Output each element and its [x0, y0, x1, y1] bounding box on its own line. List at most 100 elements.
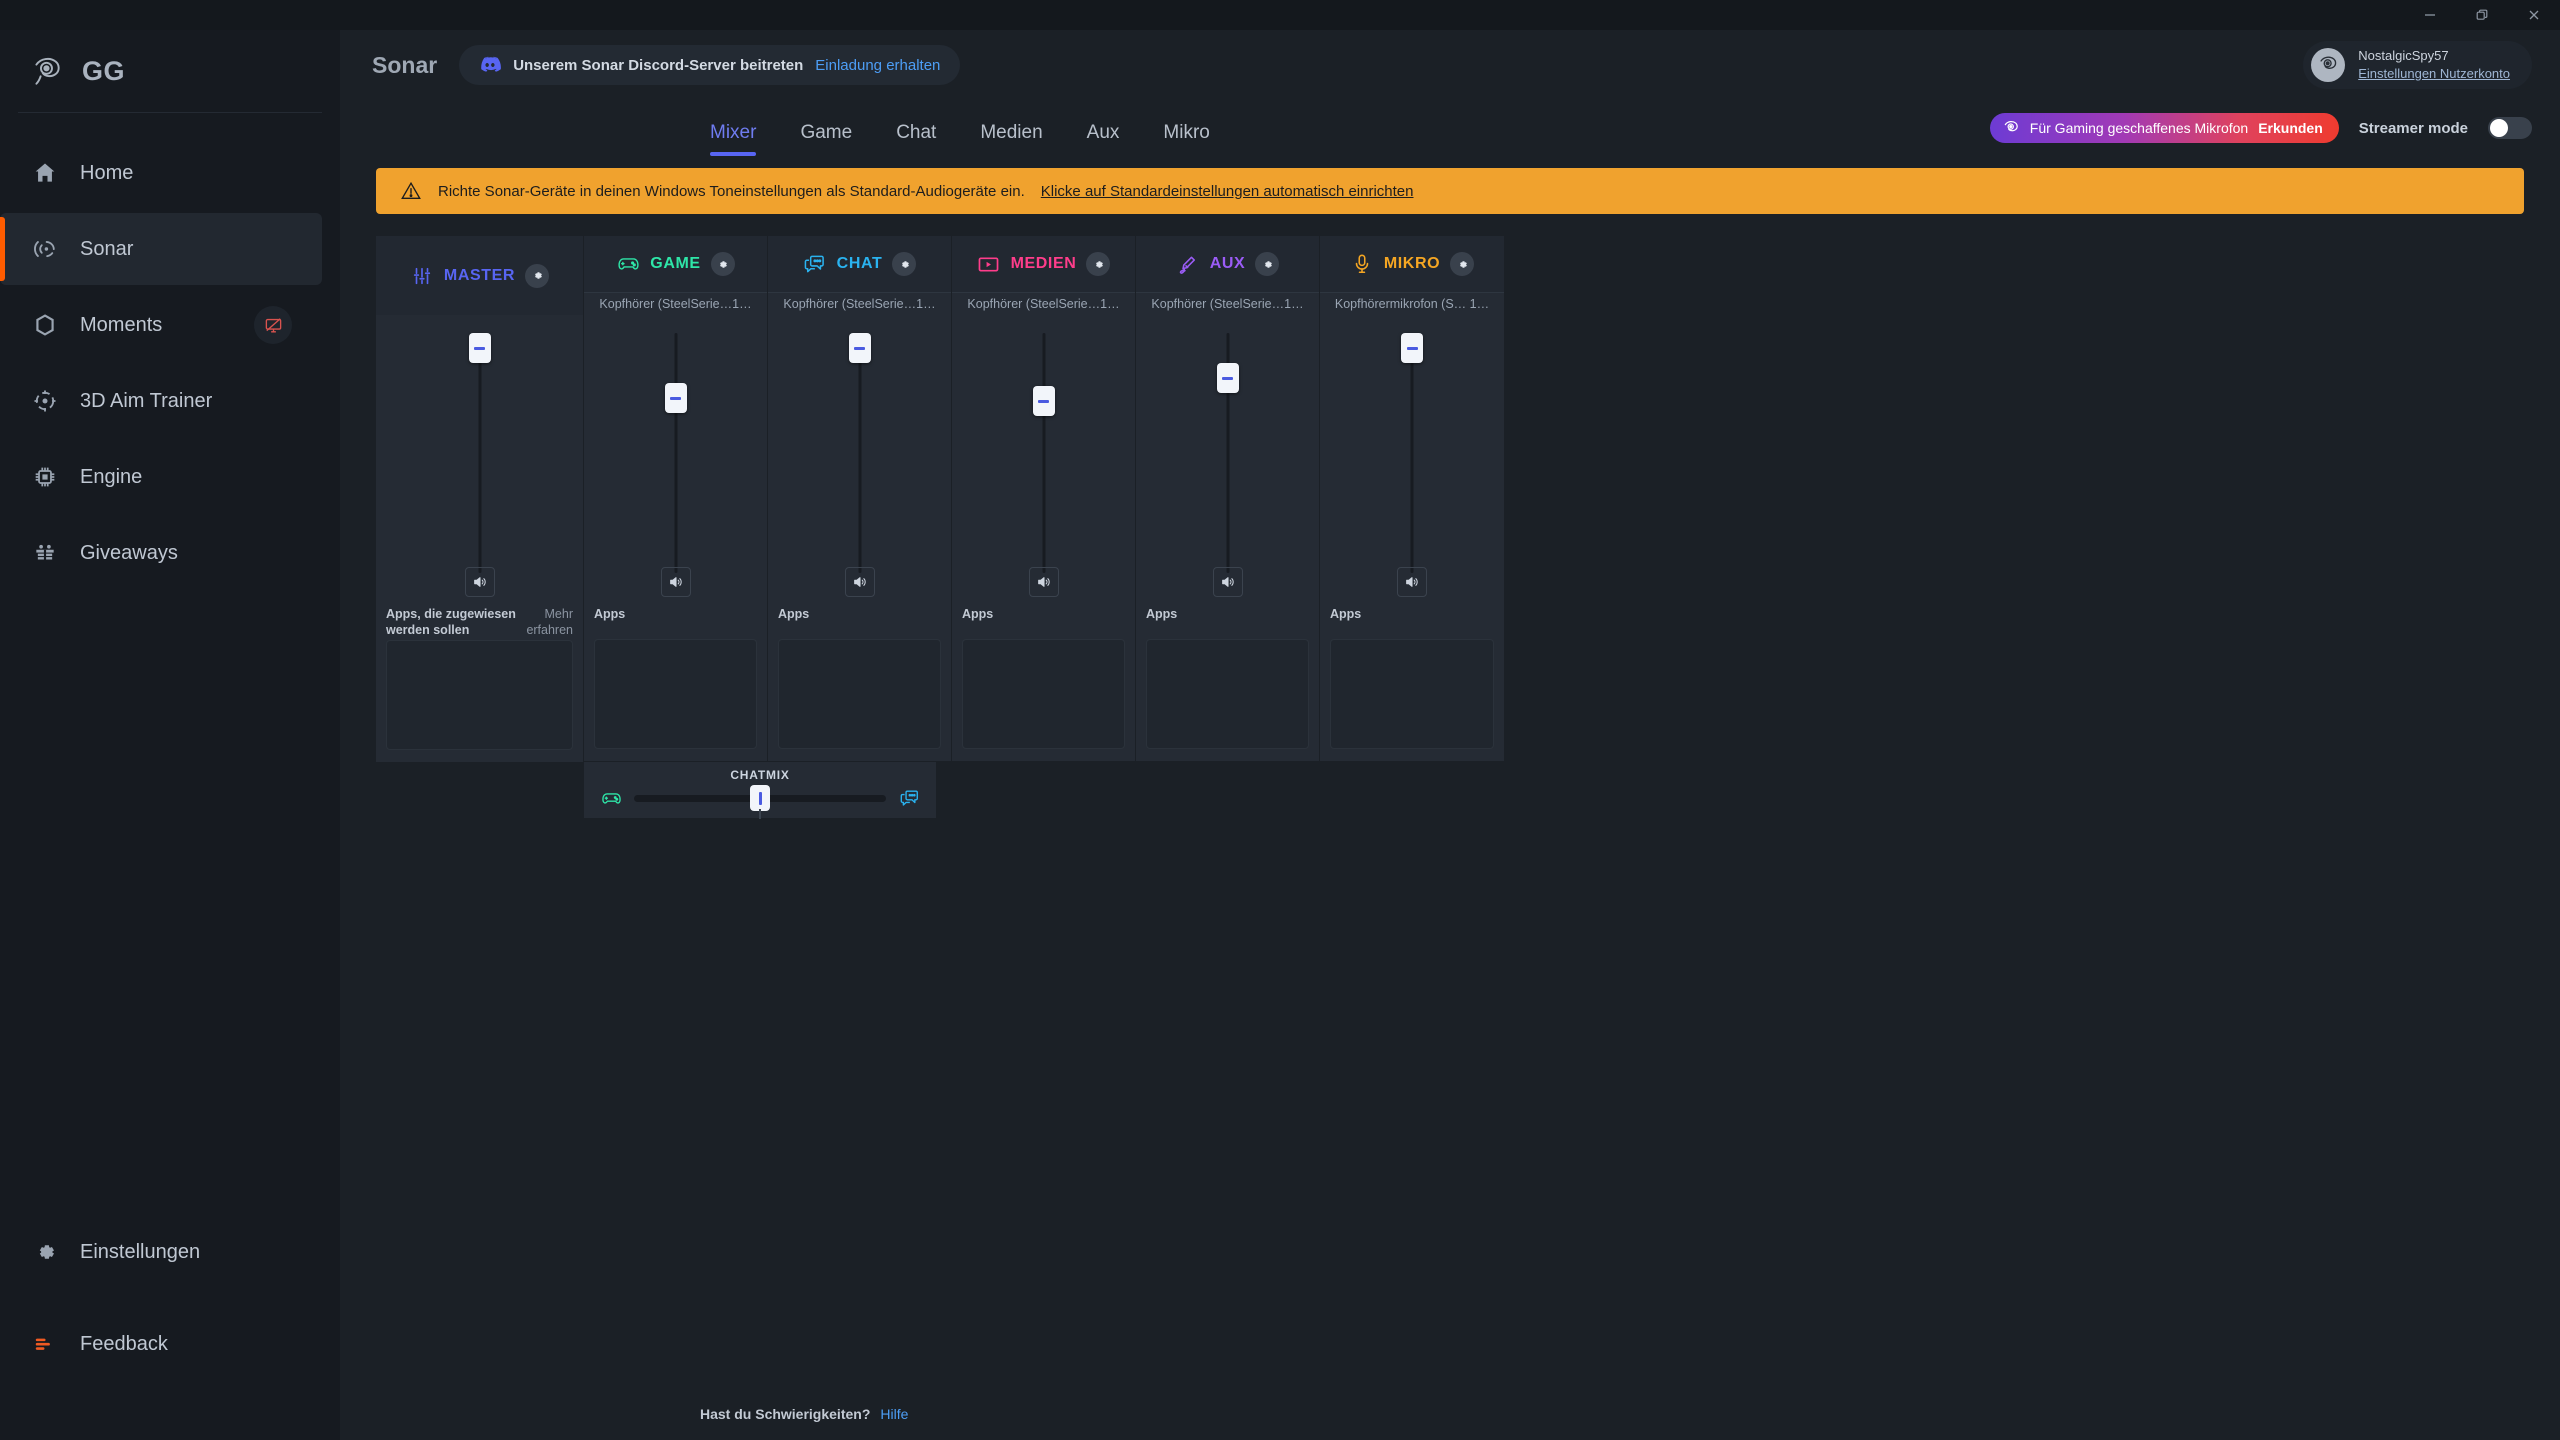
channel-settings-button[interactable] [1086, 252, 1111, 276]
channel-aux: AUX Kopfhörer (SteelSerie…1… Apps [1136, 236, 1320, 761]
channel-header: AUX [1136, 236, 1319, 292]
fader-knob[interactable] [848, 333, 871, 363]
sidebar-item-3d-aim-trainer[interactable]: 3D Aim Trainer [0, 365, 322, 437]
channel-fader-area [768, 315, 951, 603]
fader-knob[interactable] [468, 333, 491, 363]
fader-rail [1410, 333, 1414, 573]
apps-header: Apps, die zugewiesen werden sollen Mehr … [376, 603, 583, 638]
fader-knob[interactable] [664, 383, 687, 413]
channel-fader-area [376, 315, 583, 603]
apps-drop-area[interactable] [1330, 639, 1494, 749]
tab-label: Game [800, 122, 853, 143]
tab-label: Mixer [710, 122, 757, 143]
sidebar-item-engine[interactable]: Engine [0, 441, 322, 513]
channel-fader-area [952, 315, 1135, 603]
volume-fader[interactable] [1211, 333, 1245, 573]
tab-aux[interactable]: Aux [1065, 122, 1142, 156]
apps-drop-area[interactable] [1146, 639, 1309, 749]
channel-header: MIKRO [1320, 236, 1504, 292]
mute-speaker-button[interactable] [464, 567, 495, 597]
channel-name: MEDIEN [1010, 255, 1077, 272]
sidebar-item-sonar[interactable]: Sonar [0, 213, 322, 285]
volume-fader[interactable] [659, 333, 693, 573]
sidebar-item-moments[interactable]: Moments [0, 289, 322, 361]
sonar-icon [30, 234, 60, 264]
sidebar-item-home[interactable]: Home [0, 137, 322, 209]
sidebar-item-label: Giveaways [80, 541, 178, 564]
tab-game[interactable]: Game [778, 122, 874, 156]
sliders-icon [410, 265, 434, 287]
channel-device-name[interactable]: Kopfhörer (SteelSerie…1… [768, 292, 951, 315]
sidebar-item-giveaways[interactable]: Giveaways [0, 517, 322, 589]
sidebar-item-label: Engine [80, 465, 143, 488]
channel-settings-button[interactable] [1255, 252, 1280, 276]
discord-invite-banner[interactable]: Unserem Sonar Discord-Server beitreten E… [459, 45, 961, 85]
apps-label: Apps, die zugewiesen werden sollen [386, 607, 516, 637]
streamer-mode-toggle[interactable] [2488, 117, 2532, 139]
sidebar-nav: Home Sonar Moments 3D Aim Trainer Engine… [0, 135, 340, 591]
mic-promo-banner[interactable]: Für Gaming geschaffenes Mikrofon Erkunde… [1989, 113, 2339, 143]
chatmix-row: CHATMIX [340, 762, 2560, 819]
main-content: Sonar Unserem Sonar Discord-Server beitr… [340, 30, 2560, 1440]
fader-rail [478, 333, 481, 573]
apps-drop-area[interactable] [594, 639, 757, 749]
chatmix-title: CHATMIX [730, 768, 790, 783]
user-account-button[interactable]: NostalgicSpy57 Einstellungen Nutzerkonto [2303, 41, 2532, 89]
sidebar-item-feedback[interactable]: Feedback [0, 1308, 322, 1380]
mute-speaker-button[interactable] [1028, 567, 1059, 597]
tab-chat[interactable]: Chat [874, 122, 958, 156]
window-close-button[interactable] [2508, 0, 2560, 30]
tab-mixer[interactable]: Mixer [700, 122, 778, 156]
promo-cta[interactable]: Erkunden [2258, 120, 2323, 136]
sidebar-item-settings[interactable]: Einstellungen [0, 1216, 322, 1288]
volume-fader[interactable] [1395, 333, 1429, 573]
channel-device-name[interactable]: Kopfhörer (SteelSerie…1… [1136, 292, 1319, 315]
mute-speaker-button[interactable] [1397, 567, 1427, 597]
window-minimize-button[interactable] [2404, 0, 2456, 30]
fader-knob[interactable] [1401, 333, 1423, 363]
apps-learn-more-link[interactable]: Mehr erfahren [523, 607, 573, 638]
apps-drop-area[interactable] [386, 640, 573, 751]
sonar-app-window: GG Home Sonar Moments 3D Aim Trainer Eng… [0, 0, 2560, 1440]
channel-medien: MEDIEN Kopfhörer (SteelSerie…1… Apps [952, 236, 1136, 761]
account-settings-link[interactable]: Einstellungen Nutzerkonto [2358, 65, 2510, 83]
apps-header: Apps [952, 603, 1135, 637]
window-restore-button[interactable] [2456, 0, 2508, 30]
auto-setup-link[interactable]: Klicke auf Standardeinstellungen automat… [1041, 183, 1414, 200]
chatmix-slider-row [600, 785, 920, 819]
mute-speaker-button[interactable] [844, 567, 875, 597]
chatmix-slider[interactable] [634, 785, 886, 819]
tab-medien[interactable]: Medien [958, 122, 1064, 156]
mute-speaker-button[interactable] [1212, 567, 1243, 597]
apps-drop-area[interactable] [778, 639, 941, 749]
channel-device-name[interactable]: Kopfhörer (SteelSerie…1… [584, 292, 767, 315]
mute-speaker-button[interactable] [660, 567, 691, 597]
channel-settings-button[interactable] [1450, 252, 1475, 276]
channel-device-name[interactable]: Kopfhörermikrofon (S… 1… [1320, 292, 1504, 315]
brand: GG [0, 30, 340, 112]
channel-settings-button[interactable] [892, 252, 917, 276]
apps-drop-area[interactable] [962, 639, 1125, 749]
volume-fader[interactable] [1027, 333, 1061, 573]
fader-rail [1042, 333, 1045, 573]
mixer-tabs: Mixer Game Chat Medien Aux Mikro [700, 122, 1232, 156]
help-link[interactable]: Hilfe [880, 1406, 908, 1422]
tab-mikro[interactable]: Mikro [1141, 122, 1231, 156]
channel-header: MEDIEN [952, 236, 1135, 292]
volume-fader[interactable] [843, 333, 877, 573]
channel-settings-button[interactable] [525, 263, 550, 288]
channel-settings-button[interactable] [710, 252, 735, 276]
discord-invite-link[interactable]: Einladung erhalten [815, 57, 940, 74]
fader-knob[interactable] [1216, 363, 1239, 393]
chatmix-knob[interactable] [750, 785, 770, 812]
fader-knob[interactable] [1032, 386, 1055, 416]
chatmix-panel: CHATMIX [584, 762, 936, 819]
tab-label: Mikro [1163, 122, 1210, 143]
volume-fader[interactable] [463, 333, 497, 573]
channel-device-name[interactable]: Kopfhörer (SteelSerie…1… [952, 292, 1135, 315]
media-play-icon [977, 253, 1001, 275]
screen-recording-disabled-icon[interactable] [254, 306, 292, 344]
tabs-row: Mixer Game Chat Medien Aux Mikro Für Gam… [340, 100, 2560, 156]
apps-header: Apps [1136, 603, 1319, 637]
apps-header: Apps [1320, 603, 1504, 637]
